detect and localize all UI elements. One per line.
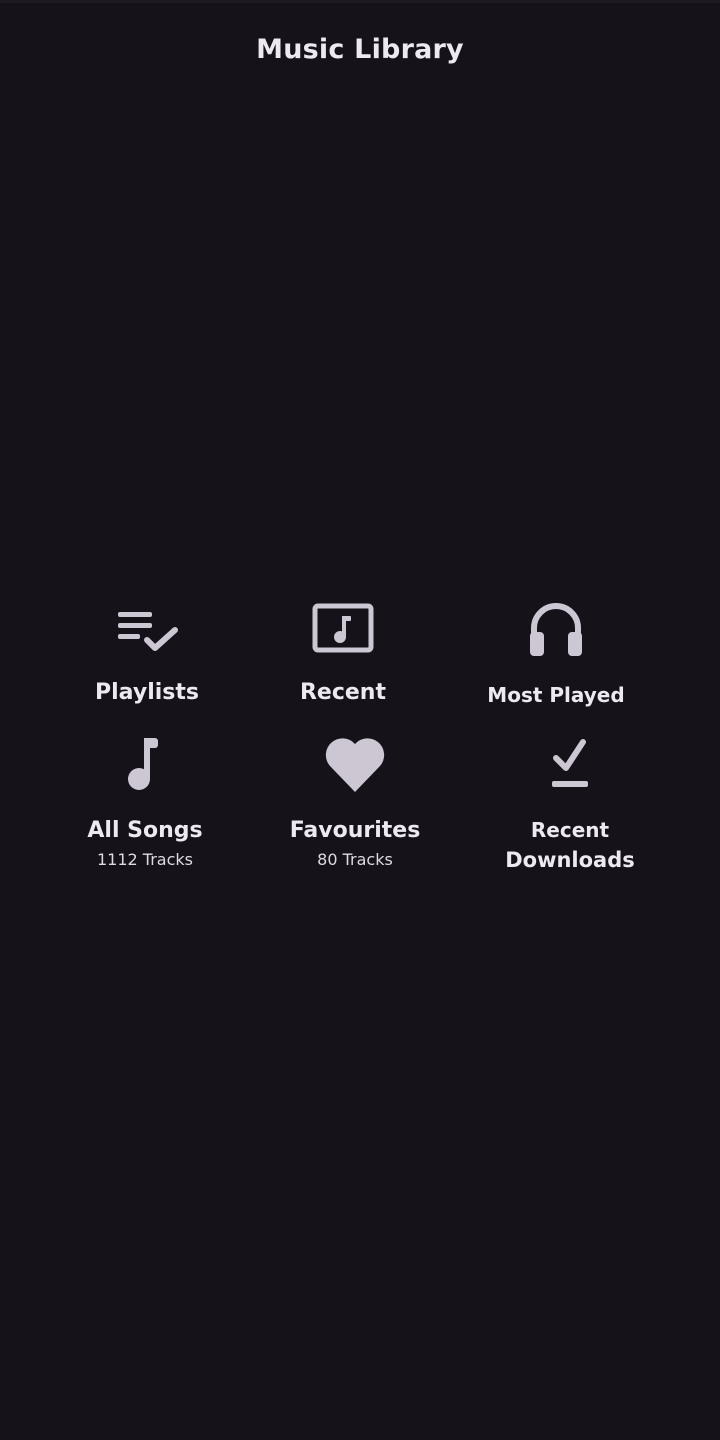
favourites-label: Favourites <box>289 818 421 843</box>
page-title: Music Library <box>256 34 464 65</box>
music-note-icon <box>40 732 250 796</box>
recent-downloads-tile[interactable]: Recent Downloads <box>465 732 675 882</box>
playlists-label: Playlists <box>95 680 199 705</box>
heart-icon <box>250 732 460 796</box>
headphones-icon <box>451 596 661 660</box>
most-played-label: Most Played <box>487 683 625 707</box>
favourites-tile[interactable]: Favourites 80 Tracks <box>250 732 460 872</box>
recent-tile[interactable]: Recent <box>238 596 448 716</box>
download-done-icon <box>465 732 675 796</box>
recent-label: Recent <box>299 680 386 705</box>
all-songs-track-count: 1112 Tracks <box>96 850 193 869</box>
most-played-tile[interactable]: Most Played <box>451 596 661 716</box>
playlists-tile[interactable]: Playlists <box>42 596 252 716</box>
favourites-track-count: 80 Tracks <box>317 850 393 869</box>
recent-downloads-label-line1: Recent <box>530 818 610 842</box>
status-bar-strip <box>0 0 720 3</box>
all-songs-tile[interactable]: All Songs 1112 Tracks <box>40 732 250 872</box>
recent-downloads-label-line2: Downloads <box>505 848 635 872</box>
music-box-icon <box>238 596 448 660</box>
all-songs-label: All Songs <box>87 818 203 843</box>
playlist-check-icon <box>42 596 252 660</box>
